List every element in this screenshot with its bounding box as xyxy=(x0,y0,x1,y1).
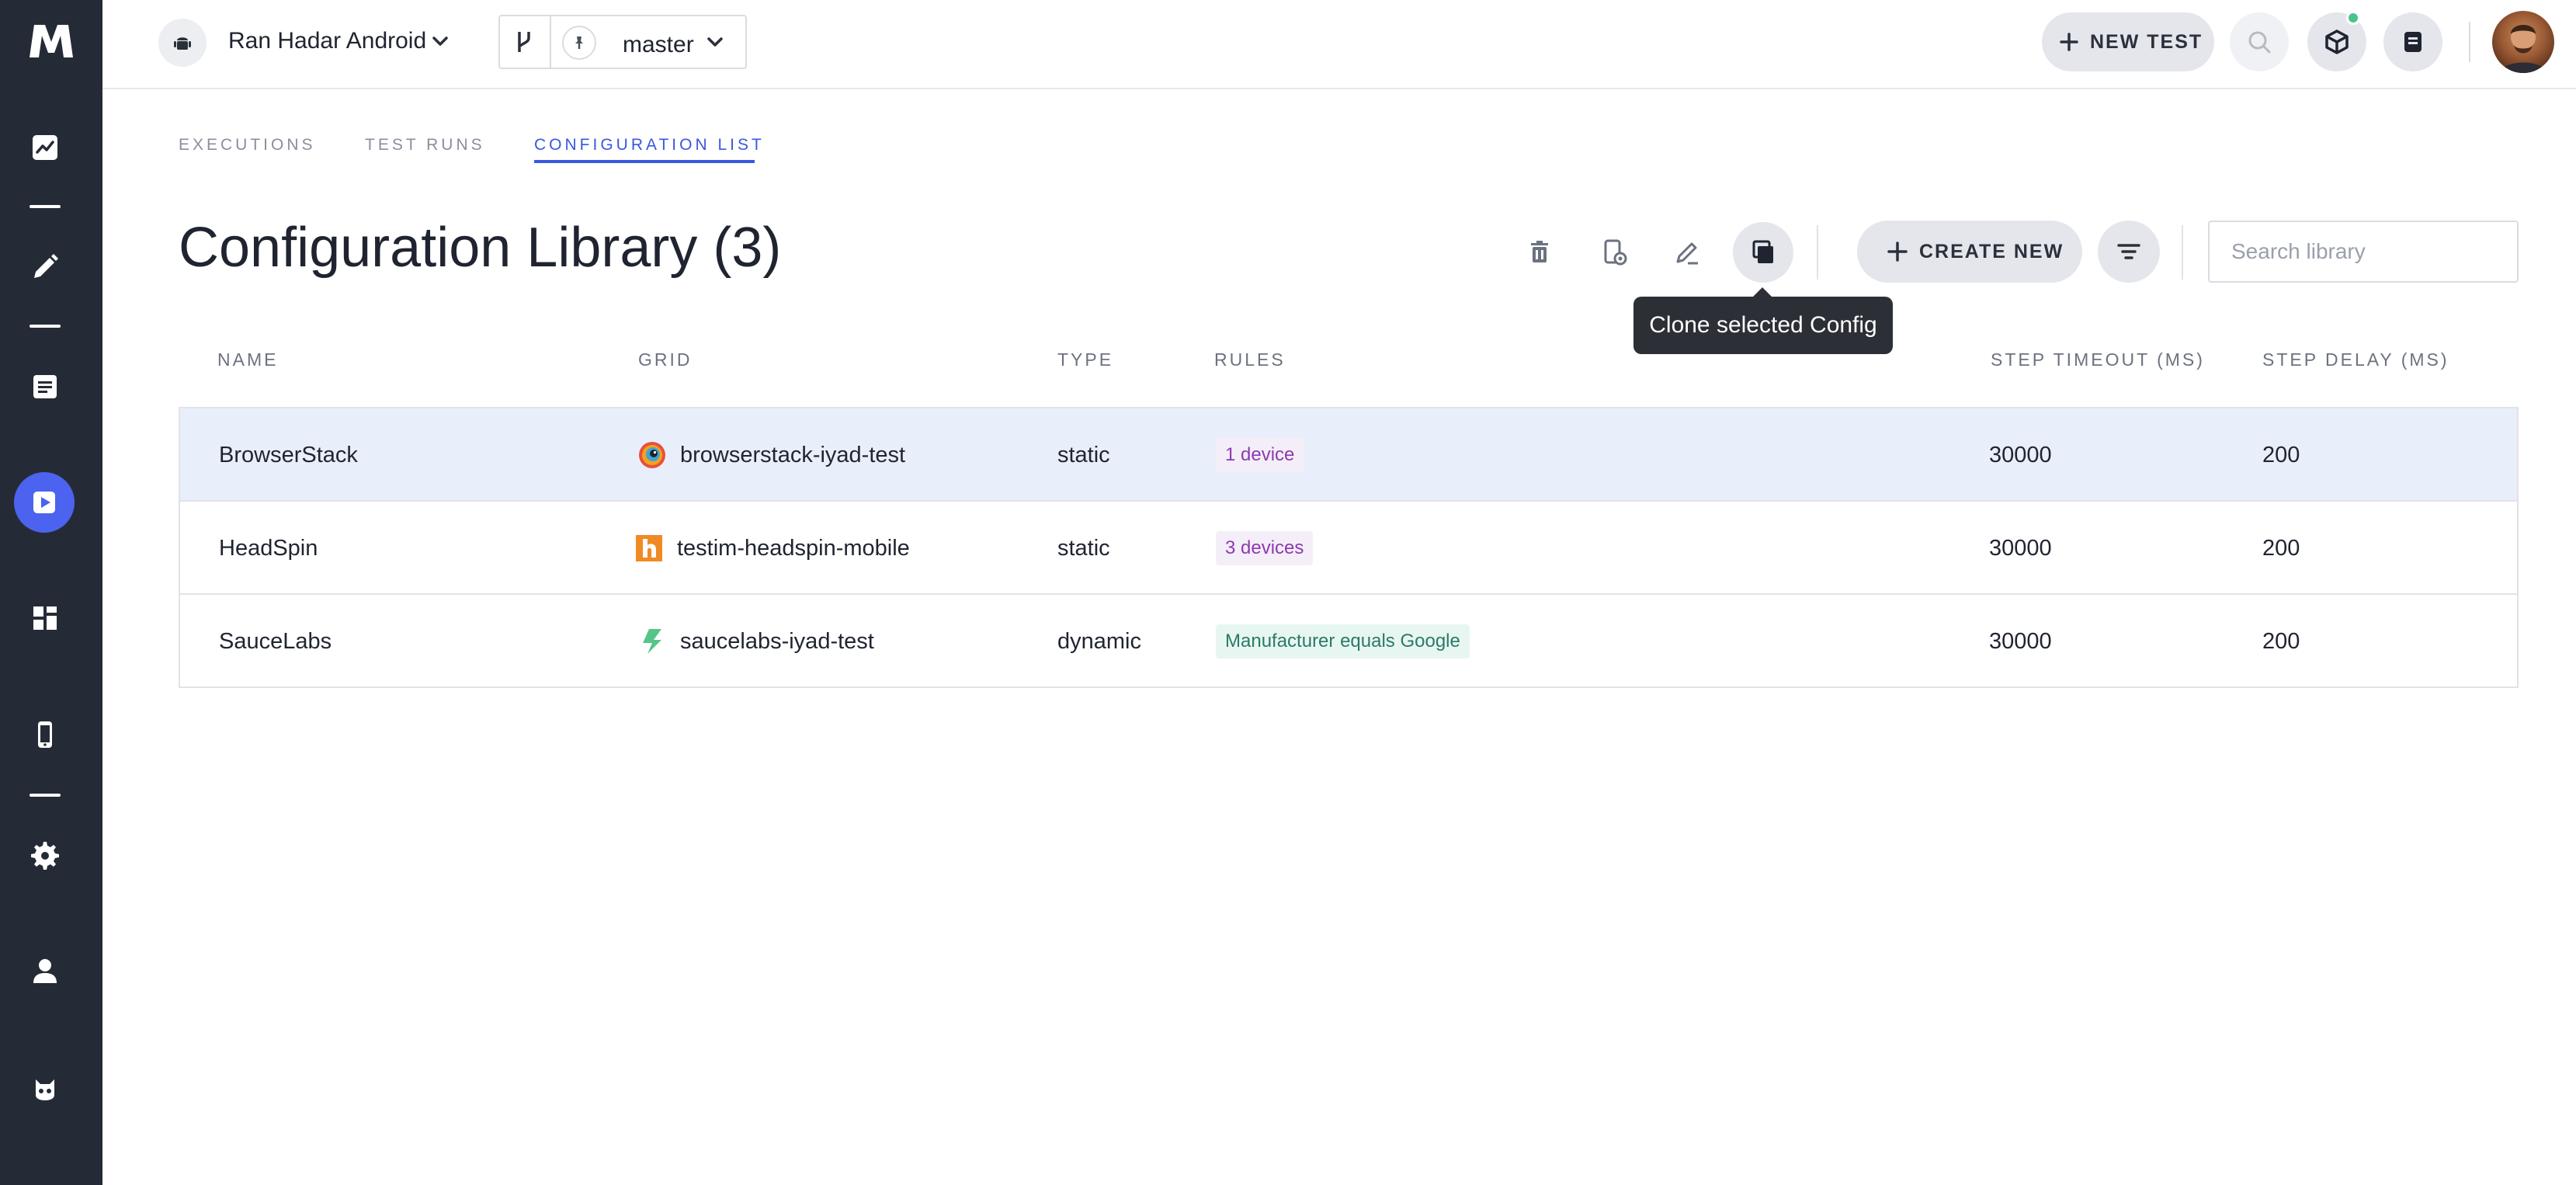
table-row[interactable]: HeadSpin testim-headspin-mobile static 3… xyxy=(180,502,2517,595)
filter-button[interactable] xyxy=(2098,221,2160,283)
sidebar-divider xyxy=(30,325,61,328)
delete-button[interactable] xyxy=(1514,227,1565,278)
new-test-label: NEW TEST xyxy=(2090,30,2203,53)
column-header-step-delay[interactable]: STEP DELAY (MS) xyxy=(2262,349,2449,370)
saucelabs-icon xyxy=(643,629,661,654)
sidebar-divider xyxy=(30,794,61,797)
grid-apps-icon[interactable] xyxy=(26,599,64,637)
chevron-down-icon xyxy=(707,37,723,47)
top-bar: Ran Hadar Android master NEW TEST xyxy=(102,0,2576,89)
config-step-delay: 200 xyxy=(2262,442,2300,467)
git-branch-icon xyxy=(518,32,530,52)
active-tab-indicator xyxy=(534,160,755,163)
rule-chip: 3 devices xyxy=(1216,531,1314,565)
config-name: SauceLabs xyxy=(219,628,332,654)
dashboard-icon[interactable] xyxy=(26,129,64,166)
edit-pencil-icon xyxy=(1676,242,1698,265)
config-name: BrowserStack xyxy=(219,442,358,467)
search-icon xyxy=(2248,31,2271,54)
column-header-name[interactable]: NAME xyxy=(217,349,278,370)
mask-icon[interactable] xyxy=(26,1070,64,1107)
column-header-grid[interactable]: GRID xyxy=(638,349,693,370)
browserstack-icon xyxy=(639,442,665,468)
config-step-timeout: 30000 xyxy=(1989,442,2052,467)
search-library-input[interactable] xyxy=(2208,221,2519,283)
config-name: HeadSpin xyxy=(219,535,318,561)
view-config-button[interactable] xyxy=(1588,227,1640,278)
branch-selector[interactable]: master xyxy=(498,15,747,69)
sidebar xyxy=(0,0,102,1185)
grid-name: testim-headspin-mobile xyxy=(677,535,910,561)
new-test-button[interactable]: NEW TEST xyxy=(2042,12,2214,71)
table-row[interactable]: SauceLabs saucelabs-iyad-test dynamic Ma… xyxy=(180,595,2517,688)
mobile-device-icon[interactable] xyxy=(26,716,64,753)
settings-gear-icon[interactable] xyxy=(26,837,64,874)
pin-icon xyxy=(562,26,596,60)
config-step-delay: 200 xyxy=(2262,628,2300,654)
config-rules: 1 device xyxy=(1216,408,1304,502)
plus-icon xyxy=(1887,242,1908,262)
column-header-type[interactable]: TYPE xyxy=(1057,349,1113,370)
document-icon xyxy=(2404,32,2422,52)
runs-play-icon[interactable] xyxy=(14,472,75,533)
device-preview-icon xyxy=(1604,239,1627,266)
configuration-table: BrowserStack browserstack-iyad-test stat… xyxy=(179,407,2519,688)
search-button[interactable] xyxy=(2230,12,2289,71)
rule-chip: 1 device xyxy=(1216,438,1304,472)
plus-icon xyxy=(2060,33,2078,51)
android-icon[interactable] xyxy=(158,19,207,67)
config-grid: saucelabs-iyad-test xyxy=(638,595,874,688)
toolbar-divider xyxy=(1817,225,1818,280)
grid-name: browserstack-iyad-test xyxy=(680,442,906,467)
project-selector[interactable]: Ran Hadar Android xyxy=(228,28,426,54)
copy-icon xyxy=(1752,240,1773,263)
edit-button[interactable] xyxy=(1661,227,1713,278)
config-rules: Manufacturer equals Google xyxy=(1216,595,1470,688)
config-type: static xyxy=(1057,442,1110,467)
page-title: Configuration Library (3) xyxy=(179,217,782,279)
config-step-delay: 200 xyxy=(2262,535,2300,561)
user-avatar[interactable] xyxy=(2492,11,2554,73)
header-divider xyxy=(2469,22,2470,62)
config-rules: 3 devices xyxy=(1216,502,1314,595)
column-header-step-timeout[interactable]: STEP TIMEOUT (MS) xyxy=(1991,349,2205,370)
docs-button[interactable] xyxy=(2383,12,2442,71)
chevron-down-icon[interactable] xyxy=(429,30,452,53)
create-new-label: CREATE NEW xyxy=(1919,240,2064,262)
notification-dot xyxy=(2346,11,2360,25)
rule-chip: Manufacturer equals Google xyxy=(1216,624,1470,659)
create-new-button[interactable]: CREATE NEW xyxy=(1857,221,2082,283)
tab-test-runs[interactable]: TEST RUNS xyxy=(365,136,485,155)
column-header-rules[interactable]: RULES xyxy=(1214,349,1286,370)
config-step-timeout: 30000 xyxy=(1989,628,2052,654)
config-type: static xyxy=(1057,535,1110,561)
sidebar-divider xyxy=(30,205,61,208)
table-row[interactable]: BrowserStack browserstack-iyad-test stat… xyxy=(180,408,2517,502)
branch-name: master xyxy=(623,32,694,57)
grid-name: saucelabs-iyad-test xyxy=(680,628,874,654)
cube-icon xyxy=(2325,30,2349,54)
tab-executions[interactable]: EXECUTIONS xyxy=(179,136,316,155)
clone-button[interactable] xyxy=(1733,222,1793,283)
config-grid: browserstack-iyad-test xyxy=(638,408,905,502)
filter-icon xyxy=(2117,244,2140,259)
config-grid: testim-headspin-mobile xyxy=(635,502,910,595)
config-step-timeout: 30000 xyxy=(1989,535,2052,561)
headspin-icon xyxy=(636,535,662,561)
edit-pen-icon[interactable] xyxy=(26,248,64,286)
app-logo[interactable] xyxy=(26,22,76,61)
config-type: dynamic xyxy=(1057,628,1141,654)
toolbar-divider xyxy=(2182,225,2183,280)
clone-tooltip: Clone selected Config xyxy=(1633,287,1893,354)
document-list-icon[interactable] xyxy=(26,368,64,405)
trash-icon xyxy=(1531,241,1548,262)
user-profile-icon[interactable] xyxy=(26,952,64,989)
tab-configuration-list[interactable]: CONFIGURATION LIST xyxy=(534,136,765,155)
